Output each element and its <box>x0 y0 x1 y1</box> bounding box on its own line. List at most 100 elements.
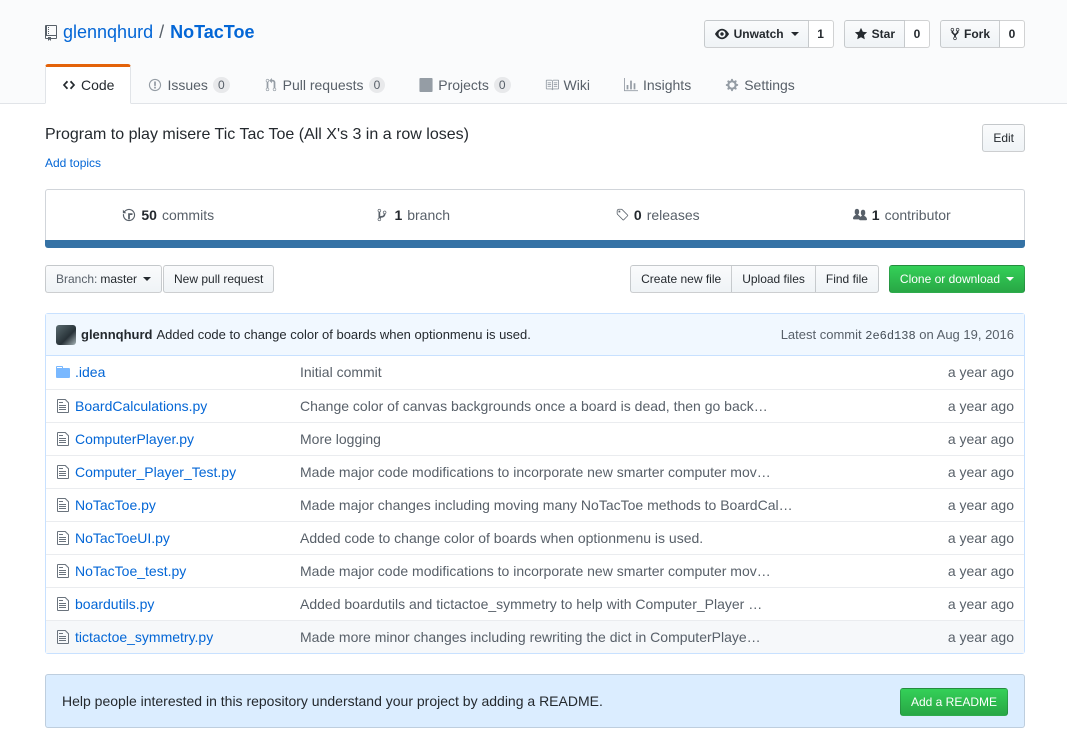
unwatch-button[interactable]: Unwatch <box>703 20 809 48</box>
file-commit-message-link[interactable]: More logging <box>300 431 381 447</box>
file-name-link[interactable]: NoTacToeUI.py <box>75 530 170 546</box>
contributors-link[interactable]: 1 contributor <box>780 207 1025 223</box>
file-name-link[interactable]: BoardCalculations.py <box>75 398 207 414</box>
commit-sha-link[interactable]: 2e6d138 <box>865 329 915 343</box>
table-row: Computer_Player_Test.py Made major code … <box>46 455 1024 488</box>
tab-code[interactable]: Code <box>45 64 132 104</box>
branch-icon <box>378 208 387 222</box>
caret-down-icon <box>143 277 152 281</box>
edit-button[interactable]: Edit <box>982 124 1025 152</box>
create-new-file-button[interactable]: Create new file <box>630 265 733 293</box>
star-icon <box>854 27 867 40</box>
numbers-summary: 50 commits 1 branch 0 releases 1 contrib… <box>45 189 1025 240</box>
tab-settings-label: Settings <box>744 77 795 93</box>
tab-projects[interactable]: Projects 0 <box>402 64 527 104</box>
history-icon <box>123 208 136 222</box>
commits-count: 50 <box>141 207 157 223</box>
tab-pull-requests[interactable]: Pull requests 0 <box>247 64 403 104</box>
file-commit-message-link[interactable]: Made more minor changes including rewrit… <box>300 629 761 645</box>
file-age: a year ago <box>947 430 1014 447</box>
book-icon <box>545 79 559 91</box>
branch-value: master <box>100 272 138 286</box>
table-row: BoardCalculations.py Change color of can… <box>46 389 1024 422</box>
fork-button[interactable]: Fork <box>939 20 1000 48</box>
tab-issues[interactable]: Issues 0 <box>131 64 246 104</box>
file-name-link[interactable]: boardutils.py <box>75 596 154 612</box>
new-pull-request-button[interactable]: New pull request <box>163 265 275 293</box>
tab-projects-label: Projects <box>438 77 489 93</box>
file-name-link[interactable]: .idea <box>75 364 105 380</box>
caret-down-icon <box>790 32 799 36</box>
add-topics-link[interactable]: Add topics <box>45 156 101 170</box>
add-readme-button[interactable]: Add a README <box>899 688 1008 716</box>
file-icon <box>57 596 69 611</box>
folder-icon <box>56 366 70 379</box>
file-commit-message-link[interactable]: Made major code modifications to incorpo… <box>300 464 771 480</box>
file-commit-message-link[interactable]: Change color of canvas backgrounds once … <box>300 398 768 414</box>
file-name-link[interactable]: NoTacToe_test.py <box>75 563 186 579</box>
repo-content: Program to play misere Tic Tac Toe (All … <box>45 104 1025 728</box>
star-label: Star <box>871 27 895 41</box>
forks-count[interactable]: 0 <box>1000 20 1025 48</box>
file-icon <box>57 398 69 413</box>
table-row: NoTacToe.py Made major changes including… <box>46 488 1024 521</box>
file-age: a year ago <box>947 529 1014 546</box>
graph-icon <box>623 78 638 92</box>
clone-label: Clone or download <box>899 272 1000 286</box>
repo-nav: Code Issues 0 Pull requests 0 Projects 0… <box>45 64 812 104</box>
find-file-button[interactable]: Find file <box>814 265 879 293</box>
avatar[interactable] <box>56 324 76 345</box>
fork-label: Fork <box>963 27 990 41</box>
tab-wiki[interactable]: Wiki <box>528 64 607 104</box>
file-commit-message-link[interactable]: Made major code modifications to incorpo… <box>300 563 771 579</box>
file-name-link[interactable]: ComputerPlayer.py <box>75 431 194 447</box>
pull-requests-counter: 0 <box>368 76 386 94</box>
eye-icon <box>714 28 729 40</box>
releases-link[interactable]: 0 releases <box>535 207 780 223</box>
commits-link[interactable]: 50 commits <box>46 207 291 223</box>
commits-label: commits <box>161 207 215 223</box>
repo-name-link[interactable]: NoTacToe <box>170 22 254 43</box>
upload-files-button[interactable]: Upload files <box>731 265 816 293</box>
table-row: tictactoe_symmetry.py Made more minor ch… <box>46 620 1024 653</box>
file-commit-message-link[interactable]: Added boardutils and tictactoe_symmetry … <box>300 596 762 612</box>
file-commit-message-link[interactable]: Made major changes including moving many… <box>300 497 793 513</box>
repo-actions: Unwatch 1 Star 0 Fork 0 <box>694 20 1025 48</box>
repo-owner-link[interactable]: glennqhurd <box>63 22 153 43</box>
path-separator: / <box>159 22 165 42</box>
language-bar[interactable] <box>45 240 1025 248</box>
latest-commit-bar: glennqhurd Added code to change color of… <box>46 314 1024 356</box>
unwatch-label: Unwatch <box>733 27 784 41</box>
star-button[interactable]: Star <box>843 20 905 48</box>
table-row: boardutils.py Added boardutils and ticta… <box>46 587 1024 620</box>
tab-issues-label: Issues <box>167 77 208 93</box>
branches-link[interactable]: 1 branch <box>291 207 536 223</box>
file-name-link[interactable]: NoTacToe.py <box>75 497 156 513</box>
commit-author-link[interactable]: glennqhurd <box>81 327 153 342</box>
commit-message-link[interactable]: Added code to change color of boards whe… <box>157 327 531 342</box>
latest-commit-meta: Latest commit 2e6d138 on Aug 19, 2016 <box>781 327 1014 343</box>
branches-count: 1 <box>394 207 403 223</box>
file-icon <box>57 497 69 512</box>
gear-icon <box>726 78 739 92</box>
contributors-label: contributor <box>884 207 951 223</box>
file-age: a year ago <box>947 397 1014 414</box>
tab-settings[interactable]: Settings <box>708 64 812 104</box>
code-icon <box>62 80 76 90</box>
repo-description: Program to play misere Tic Tac Toe (All … <box>45 126 469 143</box>
tab-insights-label: Insights <box>642 77 692 93</box>
file-name-link[interactable]: tictactoe_symmetry.py <box>75 629 213 645</box>
watchers-count[interactable]: 1 <box>808 20 834 48</box>
file-navigation: Branch: master New pull request Create n… <box>45 257 1025 313</box>
table-row: ComputerPlayer.py More logging a year ag… <box>46 422 1024 455</box>
file-age: a year ago <box>904 620 1024 653</box>
file-name-link[interactable]: Computer_Player_Test.py <box>75 464 236 480</box>
branch-select-button[interactable]: Branch: master <box>45 265 163 293</box>
file-commit-message-link[interactable]: Initial commit <box>300 364 382 380</box>
stars-count[interactable]: 0 <box>904 20 930 48</box>
tab-insights[interactable]: Insights <box>607 64 708 104</box>
file-commit-message-link[interactable]: Added code to change color of boards whe… <box>300 530 703 546</box>
clone-or-download-button[interactable]: Clone or download <box>888 265 1025 293</box>
repo-meta: Program to play misere Tic Tac Toe (All … <box>45 104 1025 189</box>
projects-counter: 0 <box>493 76 511 94</box>
